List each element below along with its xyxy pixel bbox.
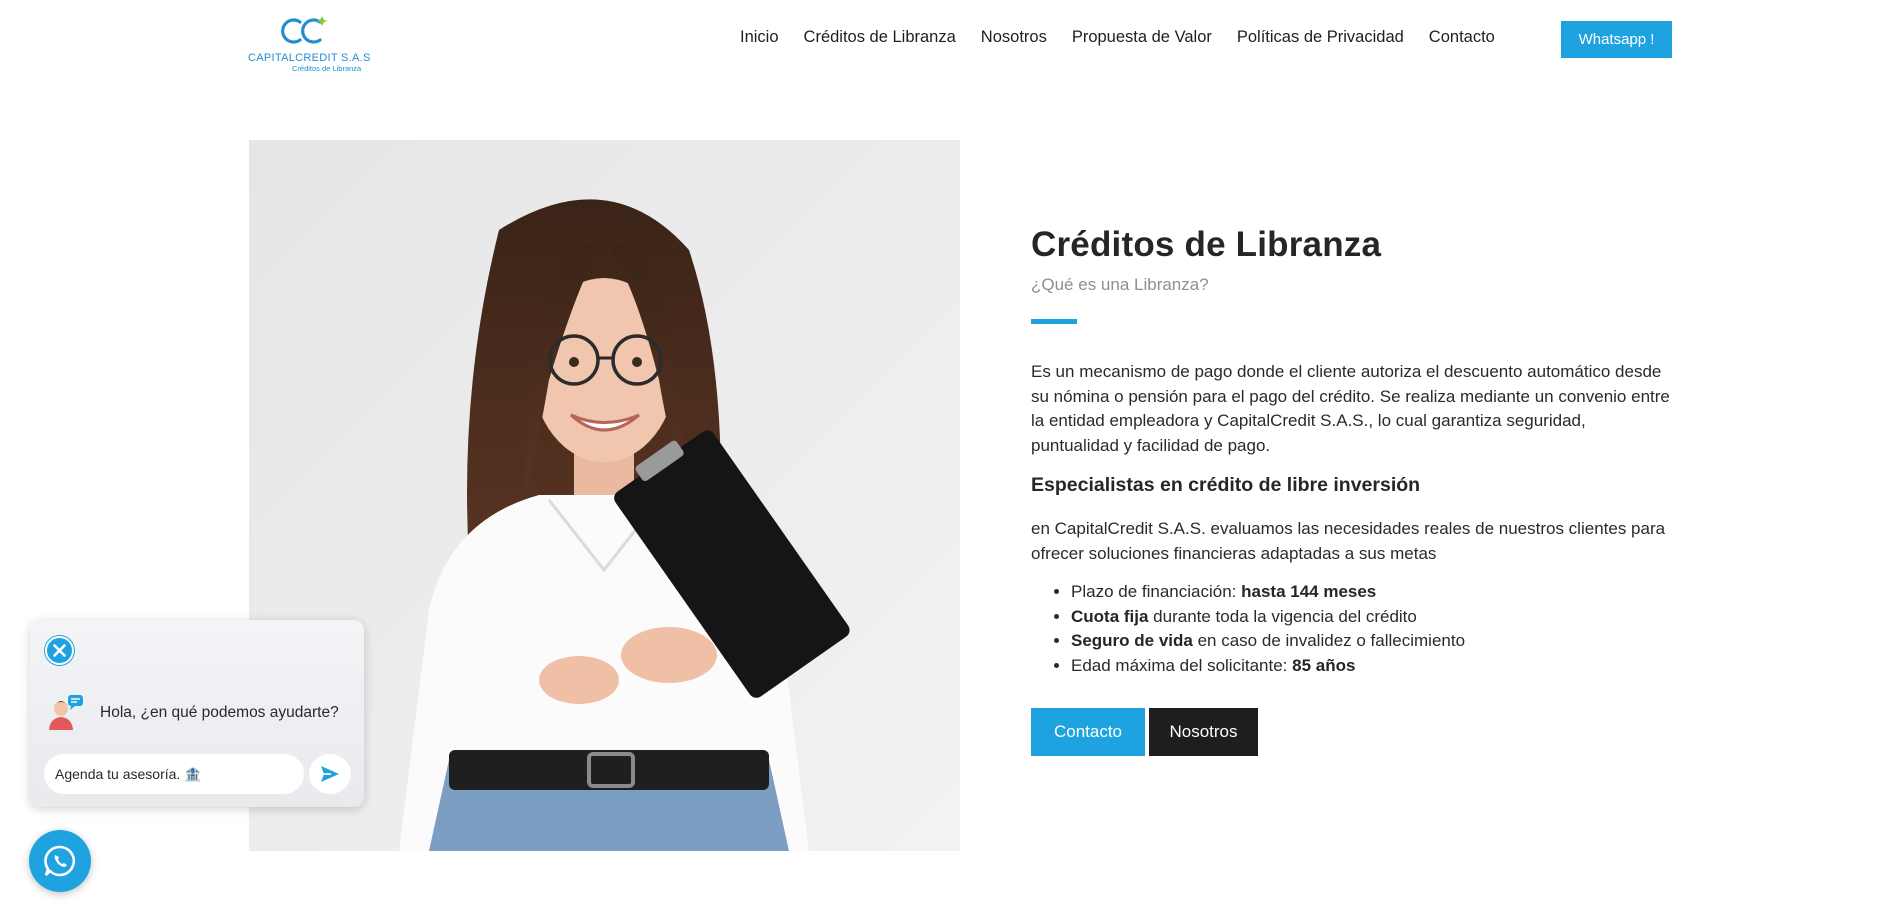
main-nav: Inicio Créditos de Libranza Nosotros Pro… [740,28,1520,47]
send-icon[interactable] [309,754,351,794]
close-icon[interactable] [45,636,74,665]
page-title: Créditos de Libranza [1031,225,1382,264]
nav-item-contacto[interactable]: Contacto [1429,28,1495,47]
chat-widget: Hola, ¿en qué podemos ayudarte? Agenda t… [30,620,364,807]
logo-mark-icon [281,16,328,44]
section-heading: Especialistas en crédito de libre invers… [1031,474,1421,496]
list-item: Cuota fija durante toda la vigencia del … [1071,605,1671,630]
benefits-list: Plazo de financiación: hasta 144 meses C… [1071,580,1671,678]
nav-item-propuesta[interactable]: Propuesta de Valor [1072,28,1212,47]
chat-message-input[interactable]: Agenda tu asesoría. 🏦 [44,754,304,794]
contact-button[interactable]: Contacto [1031,708,1145,756]
logo[interactable]: CAPITALCREDIT S.A.S Créditos de Libranza [248,14,371,74]
list-item: Plazo de financiación: hasta 144 meses [1071,580,1671,605]
intro-paragraph: Es un mecanismo de pago donde el cliente… [1031,362,1670,455]
logo-name: CAPITALCREDIT S.A.S [248,52,371,64]
about-button[interactable]: Nosotros [1149,708,1258,756]
whatsapp-button[interactable]: Whatsapp ! [1561,21,1672,58]
cta-buttons: Contacto Nosotros [1031,708,1671,756]
list-item: Edad máxima del solicitante: 85 años [1071,654,1671,679]
accent-divider [1031,319,1077,324]
logo-tagline: Créditos de Libranza [292,64,362,73]
whatsapp-icon[interactable] [29,830,91,892]
support-agent-icon [46,692,86,732]
nav-item-nosotros[interactable]: Nosotros [981,28,1047,47]
chat-greeting: Hola, ¿en qué podemos ayudarte? [100,704,339,721]
section-paragraph: en CapitalCredit S.A.S. evaluamos las ne… [1031,519,1666,563]
content-section: Créditos de Libranza ¿Qué es una Libranz… [1031,225,1671,756]
nav-item-politicas[interactable]: Políticas de Privacidad [1237,28,1404,47]
list-item: Seguro de vida en caso de invalidez o fa… [1071,629,1671,654]
site-header: CAPITALCREDIT S.A.S Créditos de Libranza… [0,0,1902,80]
page-subtitle: ¿Qué es una Libranza? [1031,275,1209,294]
nav-item-creditos[interactable]: Créditos de Libranza [804,28,956,47]
nav-item-inicio[interactable]: Inicio [740,28,779,47]
